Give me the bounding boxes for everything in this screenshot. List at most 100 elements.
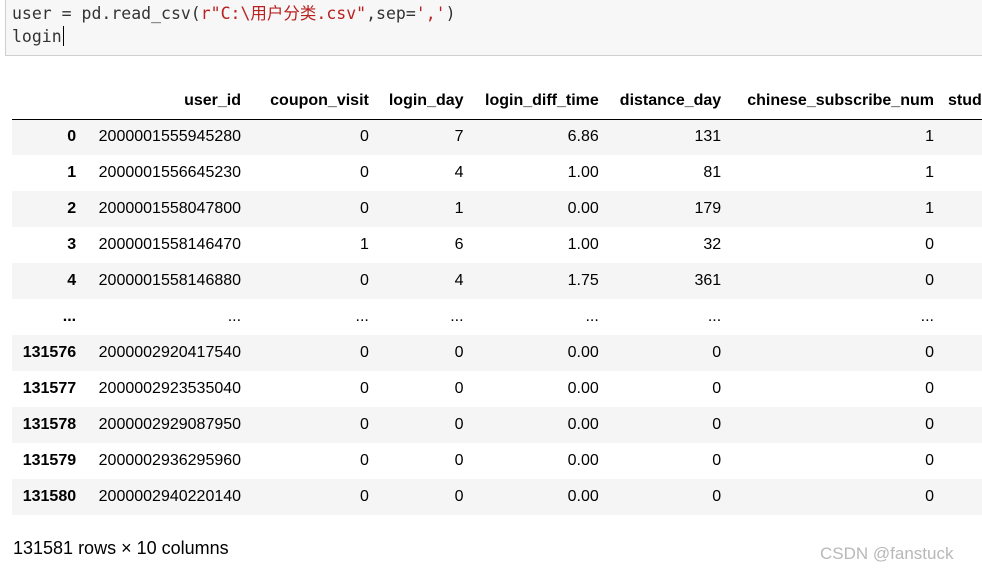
table-cell: 7 [454,128,464,146]
table-cell: 0 [712,344,722,361]
table-cell: 0 [454,488,464,505]
table-cell: ... [450,308,464,325]
table-cell: 0 [712,380,722,397]
table-cell: ... [585,308,599,325]
table-cell: 0 [359,164,369,181]
table-cell: ... [355,308,369,325]
table-row: 1 2000001556645230 0 4 1.00 81 1 [12,155,982,191]
table-cell: 2000001558146470 [98,236,242,253]
table-cell: 0 [359,200,369,217]
table-row: 131579 2000002936295960 0 0 0.00 0 0 [12,443,982,479]
table-cell-truncated [942,371,982,407]
table-cell: 0.00 [567,200,599,217]
table-cell: 2000002936295960 [98,452,242,469]
table-cell: 1.75 [567,272,599,289]
table-cell-truncated [942,263,982,299]
code-line-1: user = pd.read_csv(r"C:\用户分类.csv",sep=',… [12,2,982,25]
table-cell: 2000001558047800 [98,200,242,217]
table-cell: 0 [925,344,934,361]
table-cell: 1 [359,236,369,253]
table-cell: 4 [454,164,464,181]
table-cell: 0 [359,452,369,469]
column-header-index [12,82,85,120]
table-cell: 2000001556645230 [98,164,242,181]
table-cell: 0 [359,380,369,397]
table-cell-truncated [942,443,982,479]
row-index: 3 [67,236,77,253]
row-index: 0 [67,128,77,146]
table-cell: 2000001558146880 [98,272,242,289]
table-cell-truncated [942,119,982,155]
row-index: 4 [67,272,77,289]
table-cell: ... [227,308,242,325]
table-cell: 0 [712,488,722,505]
table-cell-truncated [942,335,982,371]
column-header-login-day: login_day [376,82,472,120]
code-string-path: r"C:\用户分类.csv" [200,4,367,23]
column-header-distance-day: distance_day [606,82,730,120]
table-cell: 81 [703,164,722,181]
dataframe-table: user_id coupon_visit login_day login_dif… [12,82,982,515]
table-cell: 179 [694,200,722,217]
table-cell: 131 [694,128,722,146]
table-row: 4 2000001558146880 0 4 1.75 361 0 [12,263,982,299]
table-cell: 0.00 [567,488,599,505]
row-index: 131579 [22,452,77,469]
table-cell: 0.00 [567,380,599,397]
table-cell-truncated [942,299,982,335]
column-header-user-id: user_id [84,82,250,120]
table-row: 131576 2000002920417540 0 0 0.00 0 0 [12,335,982,371]
table-row: 131580 2000002940220140 0 0 0.00 0 0 [12,479,982,515]
table-cell: 32 [703,236,722,253]
table-cell: 1 [925,164,934,181]
table-row: 3 2000001558146470 1 6 1.00 32 0 [12,227,982,263]
table-cell: 2000001555945280 [98,128,242,146]
text-cursor [62,26,64,46]
watermark: CSDN @fanstuck [820,544,954,563]
code-string-sep: ',' [415,4,446,23]
row-index: 131578 [22,416,77,433]
table-cell: 1 [925,200,934,217]
table-cell: 0 [925,236,934,253]
table-cell-truncated [942,227,982,263]
table-cell: 0 [454,344,464,361]
table-cell: 0 [925,488,934,505]
table-cell: 0 [454,416,464,433]
column-header-login-diff-time: login_diff_time [471,82,607,120]
table-cell: 1 [454,200,464,217]
code-token: user = pd.read_csv( [12,4,201,23]
table-cell: 1.00 [567,236,599,253]
table-cell: 0 [359,128,369,146]
table-cell: 2000002920417540 [98,344,242,361]
table-cell: 0 [359,272,369,289]
table-cell-truncated [942,191,982,227]
table-cell: ... [707,308,722,325]
table-cell: 1 [925,128,934,146]
table-cell: 4 [454,272,464,289]
table-cell: 1.00 [567,164,599,181]
table-cell: 0 [359,488,369,505]
table-row: ..................... [12,299,982,335]
table-cell: 2000002929087950 [98,416,242,433]
code-input-cell[interactable]: user = pd.read_csv(r"C:\用户分类.csv",sep=',… [5,0,982,56]
column-header-chinese-subscribe-num: chinese_subscribe_num [729,82,942,120]
table-cell: 0 [359,344,369,361]
table-header-row: user_id coupon_visit login_day login_dif… [12,82,982,120]
table-cell: 0 [712,416,722,433]
dataframe-shape-text: 131581 rows × 10 columns [13,538,229,558]
table-cell: 0 [454,452,464,469]
table-row: 0 2000001555945280 0 7 6.86 131 1 [12,119,982,155]
table-cell: 0.00 [567,416,599,433]
table-cell-truncated [942,155,982,191]
table-cell: 0 [359,416,369,433]
row-index: 2 [67,200,77,217]
table-cell: 361 [694,272,722,289]
table-cell: 0 [925,272,934,289]
row-index: 131576 [22,344,77,361]
table-cell: 0.00 [567,452,599,469]
column-header-coupon-visit: coupon_visit [249,82,377,120]
code-line-2: login [12,25,982,48]
code-token: login [12,27,62,46]
row-index: 131577 [22,380,77,397]
table-cell-truncated [942,479,982,515]
